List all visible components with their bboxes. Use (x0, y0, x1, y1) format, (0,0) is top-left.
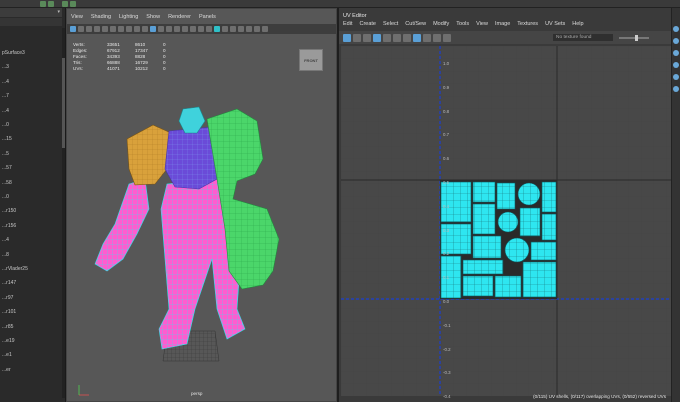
top-toolbar (0, 0, 680, 8)
uv-axis-label: 0.8 (443, 108, 450, 114)
uv-menu-modify[interactable]: Modify (433, 21, 449, 30)
uv-axis-label: 0.9 (443, 84, 450, 90)
outliner-item[interactable]: ...r150 (2, 208, 16, 214)
toolbar-button[interactable] (40, 1, 46, 7)
outliner-item[interactable]: ...7 (2, 93, 9, 99)
uv-axis-label: 0.5 (443, 180, 450, 185)
maya-app: ▾ pSurface3 ...3 ...4 ...7 ...4 ...0 ...15 ...5… (0, 0, 680, 402)
tool-icon[interactable] (673, 50, 679, 56)
uv-menu-tools[interactable]: Tools (456, 21, 469, 30)
perspective-viewport[interactable]: View Shading Lighting Show Renderer Pane… (66, 8, 337, 402)
uv-axis-label: 0.2 (443, 251, 450, 257)
uv-menu-view[interactable]: View (476, 21, 488, 30)
uv-filter-icon[interactable] (423, 33, 431, 42)
tool-icon[interactable] (673, 74, 679, 80)
uv-isolate-icon[interactable] (363, 33, 371, 42)
outliner-item[interactable]: ...rVlader25 (2, 266, 28, 272)
character-model[interactable] (67, 9, 336, 401)
mesh-gold-shoulder (126, 124, 172, 186)
uv-axis-label: 0.1 (443, 275, 450, 281)
outliner-item[interactable]: ...57 (2, 165, 12, 171)
texture-dropdown-value: No texture found (556, 35, 592, 40)
toolbar-button[interactable] (70, 1, 76, 7)
uv-editor-panel: UV Editor Edit Create Select Cut/Sew Mod… (337, 8, 671, 402)
uv-axis-label: -0.3 (443, 370, 451, 376)
uv-axis-label: -0.1 (443, 322, 451, 328)
uv-status-text: (0/115) UV shells, (0/117) overlapping U… (533, 394, 666, 399)
uv-menu-edit[interactable]: Edit (343, 21, 352, 30)
toolbar-button[interactable] (62, 1, 68, 7)
outliner-item[interactable]: ...r156 (2, 223, 16, 229)
tool-icon[interactable] (673, 38, 679, 44)
outliner-item[interactable]: ...e19 (2, 338, 15, 344)
uv-border-icon[interactable] (393, 33, 401, 42)
slider-knob[interactable] (635, 35, 638, 41)
outliner-item[interactable]: ...e1 (2, 352, 12, 358)
uv-menu-uvsets[interactable]: UV Sets (545, 21, 565, 30)
outliner-item[interactable]: ...0 (2, 194, 9, 200)
uv-axis-label: 0.7 (443, 132, 450, 138)
outliner-item[interactable]: ...r97 (2, 295, 13, 301)
outliner-item[interactable]: ...8 (2, 252, 9, 258)
uv-shaded-icon[interactable] (373, 33, 381, 42)
outliner-item[interactable]: ...4 (2, 79, 9, 85)
scrollbar-thumb[interactable] (62, 58, 65, 148)
uv-checker-icon[interactable] (403, 33, 411, 42)
uv-axis-label: -0.4 (443, 394, 451, 400)
uv-editor-title: UV Editor (343, 13, 367, 19)
camera-label: persp (191, 391, 203, 396)
axis-gizmo (78, 385, 89, 396)
uv-axis-label: 0.0 (443, 299, 450, 304)
outliner-item[interactable]: ...4 (2, 237, 9, 243)
texture-dropdown[interactable]: No texture found (553, 34, 613, 41)
tool-icon[interactable] (673, 26, 679, 32)
outliner-filter-bar[interactable] (0, 18, 62, 26)
outliner-item[interactable]: ...0 (2, 122, 9, 128)
uv-alpha-icon[interactable] (443, 33, 451, 42)
outliner-item[interactable]: ...4 (2, 108, 9, 114)
uv-grid-canvas[interactable] (341, 46, 671, 396)
tool-icon[interactable] (673, 62, 679, 68)
chevron-down-icon[interactable]: ▾ (57, 8, 60, 17)
uv-axis-label: 0.6 (443, 156, 450, 162)
outliner-item[interactable]: ...15 (2, 136, 12, 142)
outliner-item[interactable]: pSurface3 (2, 50, 25, 56)
uv-menu-help[interactable]: Help (572, 21, 583, 30)
uv-axis-label: 0.4 (443, 203, 450, 209)
side-tool-strip (671, 8, 680, 402)
outliner-item[interactable]: ...3 (2, 64, 9, 70)
uv-texture-icon[interactable] (413, 33, 421, 42)
uv-menu-cutsew[interactable]: Cut/Sew (405, 21, 426, 30)
outliner-item[interactable]: ...r147 (2, 280, 16, 286)
uv-menu-bar: Edit Create Select Cut/Sew Modify Tools … (339, 21, 671, 30)
outliner-panel: ▾ pSurface3 ...3 ...4 ...7 ...4 ...0 ...15 ...5… (0, 8, 66, 402)
uv-menu-image[interactable]: Image (495, 21, 510, 30)
outliner-item[interactable]: ...r85 (2, 324, 13, 330)
outliner-item[interactable]: ...r101 (2, 309, 16, 315)
uv-axis-label: -0.2 (443, 346, 451, 352)
uv-rgb-icon[interactable] (433, 33, 441, 42)
exposure-slider[interactable] (619, 35, 649, 41)
uv-snapshot-icon[interactable] (353, 33, 361, 42)
uv-distortion-icon[interactable] (383, 33, 391, 42)
uv-axis-label: 0.3 (443, 227, 450, 233)
uv-grid-icon[interactable] (343, 33, 351, 42)
outliner-item[interactable]: ...er (2, 367, 11, 373)
mesh-pink-arm (94, 178, 150, 272)
uv-menu-textures[interactable]: Textures (517, 21, 538, 30)
uv-menu-select[interactable]: Select (383, 21, 398, 30)
uv-menu-create[interactable]: Create (359, 21, 376, 30)
outliner-search[interactable]: ▾ (0, 8, 62, 17)
outliner-item[interactable]: ...58 (2, 180, 12, 186)
outliner-scrollbar[interactable] (62, 28, 65, 398)
toolbar-button[interactable] (48, 1, 54, 7)
outliner-item[interactable]: ...5 (2, 151, 9, 157)
uv-axis-label: 1.0 (443, 61, 450, 66)
tool-icon[interactable] (673, 86, 679, 92)
